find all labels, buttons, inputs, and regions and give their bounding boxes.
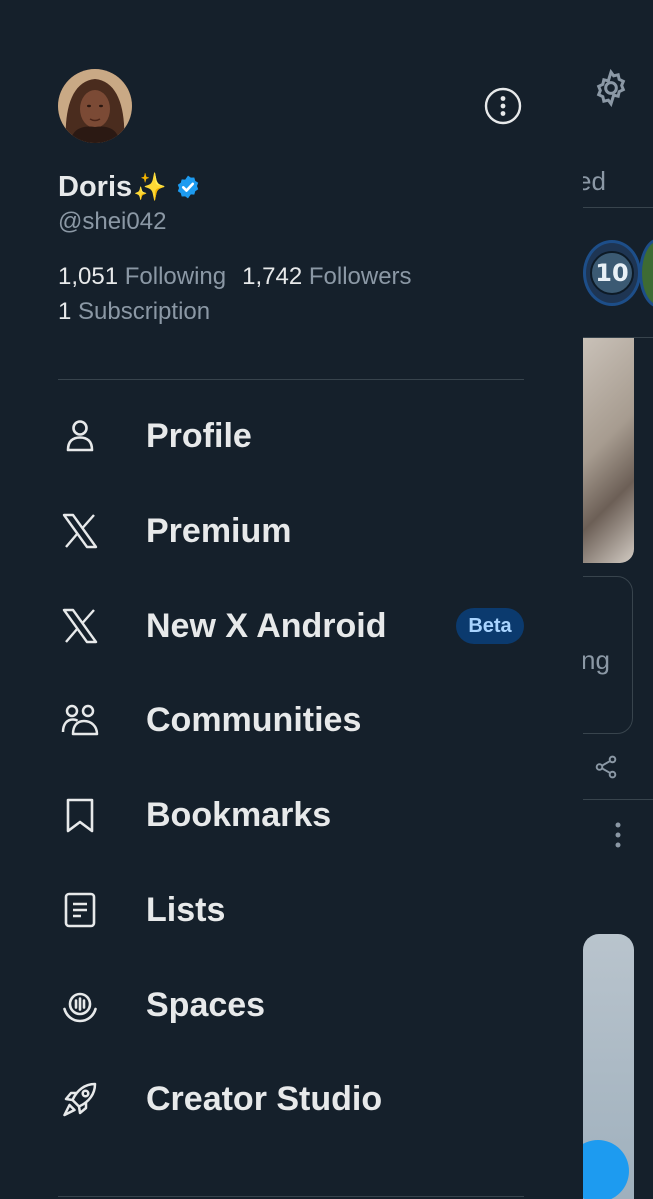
menu-item-communities[interactable]: Communities	[0, 673, 583, 767]
background-spaces-row: 10	[583, 210, 653, 338]
space-avatar[interactable]: 10	[583, 240, 641, 306]
x-logo-icon	[58, 509, 102, 553]
menu-item-creator-studio[interactable]: Creator Studio	[0, 1052, 583, 1146]
person-icon	[58, 414, 102, 458]
spaces-icon	[58, 983, 102, 1027]
menu-item-premium[interactable]: Premium	[0, 484, 583, 578]
navigation-drawer: Doris ✨ @shei042 1,051 Following 1,742 F…	[0, 0, 583, 1199]
sparkles-emoji: ✨	[133, 172, 167, 203]
space-avatar-2[interactable]	[639, 238, 653, 308]
account-options-button[interactable]	[483, 86, 523, 126]
settings-gear-icon[interactable]	[591, 68, 631, 108]
follow-stats: 1,051 Following 1,742 Followers	[58, 263, 412, 291]
followers-link[interactable]: 1,742 Followers	[242, 263, 411, 291]
following-label: Following	[124, 263, 227, 290]
divider-bottom	[58, 1196, 524, 1197]
rocket-icon	[58, 1077, 102, 1121]
avatar[interactable]	[58, 69, 132, 143]
menu-item-label: Bookmarks	[146, 795, 332, 834]
menu-item-label: Lists	[146, 890, 226, 929]
bookmark-icon	[58, 793, 102, 837]
x-logo-icon	[58, 604, 102, 648]
user-handle: @shei042	[58, 208, 167, 235]
space-badge-number: 10	[590, 251, 634, 295]
subscriptions-count: 1	[58, 298, 72, 325]
divider	[58, 379, 524, 380]
menu-item-new-x-android[interactable]: New X Android Beta	[0, 579, 583, 673]
background-post-actions	[583, 738, 653, 800]
background-tab-label[interactable]: ed	[583, 166, 606, 197]
following-link[interactable]: 1,051 Following	[58, 263, 226, 291]
subscriptions-link[interactable]: 1 Subscription	[58, 298, 210, 326]
menu-item-label: New X Android	[146, 606, 387, 645]
menu-item-spaces[interactable]: Spaces	[0, 958, 583, 1052]
menu-item-bookmarks[interactable]: Bookmarks	[0, 768, 583, 862]
beta-badge: Beta	[456, 608, 524, 644]
menu-item-label: Spaces	[146, 985, 266, 1024]
communities-icon	[58, 698, 102, 742]
verified-badge-icon	[177, 175, 198, 199]
more-options-icon	[484, 87, 522, 125]
background-timeline: ed 10 ng	[583, 0, 653, 1199]
menu-item-label: Profile	[146, 416, 252, 455]
list-icon	[58, 888, 102, 932]
more-vertical-icon[interactable]	[613, 820, 623, 850]
followers-count: 1,742	[242, 263, 303, 290]
display-name: Doris	[58, 170, 133, 203]
background-card-text: ng	[583, 645, 610, 675]
following-count: 1,051	[58, 263, 119, 290]
menu-item-label: Creator Studio	[146, 1079, 383, 1118]
menu-item-lists[interactable]: Lists	[0, 863, 583, 957]
background-post-image[interactable]	[583, 338, 634, 563]
background-top-bar: ed	[583, 18, 653, 208]
menu-item-label: Communities	[146, 700, 362, 739]
menu-item-profile[interactable]: Profile	[0, 389, 583, 483]
menu-item-label: Premium	[146, 511, 292, 550]
followers-label: Followers	[308, 263, 412, 290]
share-icon[interactable]	[593, 754, 619, 780]
profile-name-row[interactable]: Doris ✨	[58, 168, 201, 206]
subscriptions-label: Subscription	[78, 298, 211, 325]
